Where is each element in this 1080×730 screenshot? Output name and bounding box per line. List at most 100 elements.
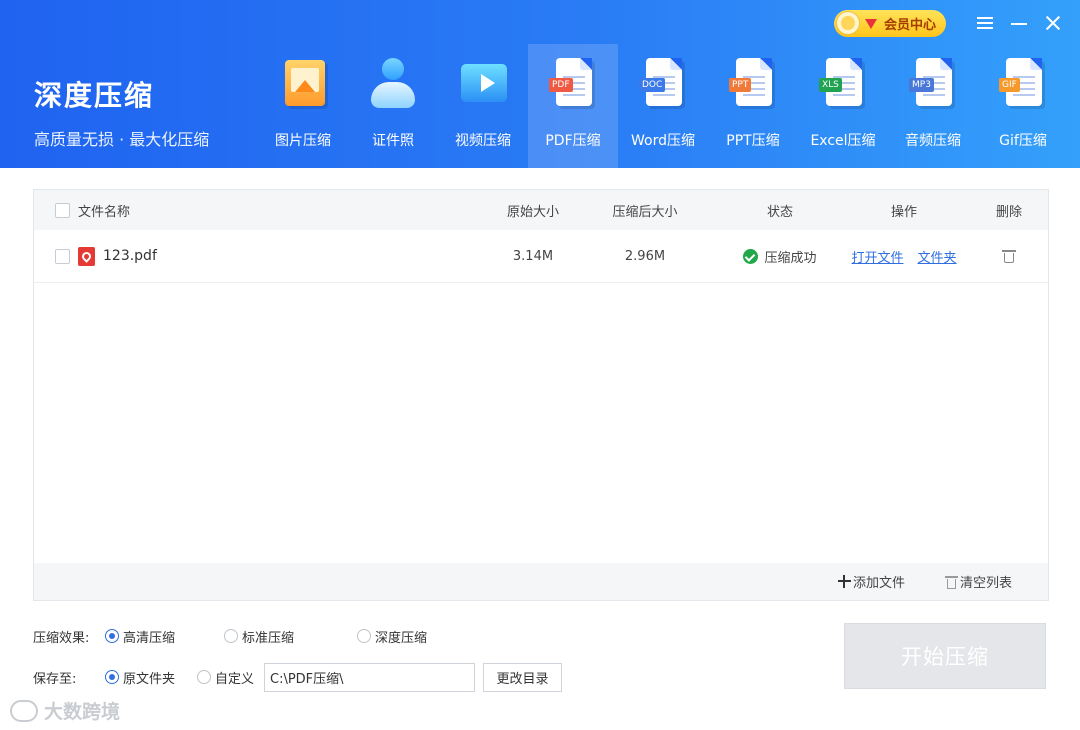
- tab-label: PPT压缩: [726, 133, 780, 149]
- tab-label: Word压缩: [631, 133, 695, 149]
- app-subtitle: 高质量无损 · 最大化压缩: [34, 130, 210, 149]
- video-compress-icon: [457, 56, 509, 118]
- radio-custom-dot: [197, 670, 211, 684]
- table-header: 文件名称 原始大小 压缩后大小 状态 操作 删除: [34, 190, 1048, 230]
- save-location-label: 保存至:: [33, 671, 77, 687]
- file-list-panel: 文件名称 原始大小 压缩后大小 状态 操作 删除 123.pdf 3.14M 2…: [33, 189, 1049, 601]
- tab-label: Gif压缩: [999, 133, 1047, 149]
- save-location-row: 保存至: 原文件夹 自定义: [33, 667, 263, 687]
- plus-icon: [838, 575, 851, 588]
- radio-deep-compress[interactable]: 深度压缩: [357, 626, 427, 646]
- tab-label: 图片压缩: [275, 133, 331, 149]
- tab-excel-compress[interactable]: XLS Excel压缩: [798, 44, 888, 168]
- add-file-button[interactable]: 添加文件: [838, 563, 905, 600]
- header-file-name: 文件名称: [78, 204, 131, 220]
- radio-original-dot: [105, 670, 119, 684]
- compression-effect-row: 压缩效果: 高清压缩 标准压缩 深度压缩: [33, 626, 593, 646]
- clear-list-button[interactable]: 清空列表: [945, 563, 1012, 600]
- ppt-compress-icon: PPT: [727, 56, 779, 118]
- image-compress-icon: [277, 56, 329, 118]
- minimize-icon[interactable]: [1008, 12, 1030, 34]
- excel-compress-icon: XLS: [817, 56, 869, 118]
- vip-center-label: 会员中心: [883, 17, 936, 33]
- add-file-label: 添加文件: [853, 576, 906, 591]
- open-folder-link[interactable]: 文件夹: [918, 247, 957, 266]
- tab-gif-compress[interactable]: GIF Gif压缩: [978, 44, 1068, 168]
- doc-tag: DOC: [639, 78, 666, 92]
- header-compressed-size: 压缩后大小: [612, 204, 678, 220]
- output-path-input[interactable]: [264, 663, 475, 692]
- radio-hd-label: 高清压缩: [123, 630, 176, 646]
- watermark-text: 大数跨境: [44, 701, 121, 723]
- radio-standard-dot: [224, 629, 238, 643]
- tab-pdf-compress[interactable]: PDF PDF压缩: [528, 44, 618, 168]
- action-cell: 打开文件 文件夹: [844, 230, 964, 282]
- tab-label: PDF压缩: [545, 133, 601, 149]
- tab-audio-compress[interactable]: MP3 音频压缩: [888, 44, 978, 168]
- watermark-logo-icon: [10, 699, 38, 722]
- ppt-tag: PPT: [729, 78, 752, 92]
- vip-avatar-icon: [835, 11, 860, 35]
- pdf-compress-icon: PDF: [547, 56, 599, 118]
- file-list-footer: 添加文件 清空列表: [34, 563, 1048, 600]
- tab-label: 音频压缩: [905, 133, 961, 149]
- tab-image-compress[interactable]: 图片压缩: [258, 44, 348, 168]
- radio-custom-folder[interactable]: 自定义: [197, 667, 254, 687]
- header-status: 状态: [766, 204, 793, 220]
- window-controls: 会员中心: [833, 8, 1064, 38]
- compressed-size: 2.96M: [624, 248, 666, 264]
- start-compress-button[interactable]: 开始压缩: [844, 623, 1046, 689]
- tab-id-photo[interactable]: 证件照: [348, 44, 438, 168]
- radio-hd-compress[interactable]: 高清压缩: [105, 626, 175, 646]
- xls-tag: XLS: [819, 78, 842, 92]
- radio-hd-dot: [105, 629, 119, 643]
- word-compress-icon: DOC: [637, 56, 689, 118]
- tab-video-compress[interactable]: 视频压缩: [438, 44, 528, 168]
- tab-label: Excel压缩: [810, 133, 876, 149]
- header-action: 操作: [890, 204, 917, 220]
- gif-tag: GIF: [999, 78, 1020, 92]
- radio-standard-label: 标准压缩: [242, 630, 295, 646]
- radio-deep-dot: [357, 629, 371, 643]
- trash-icon[interactable]: [1002, 248, 1016, 264]
- pdf-tag: PDF: [549, 78, 573, 92]
- mp3-tag: MP3: [909, 78, 934, 92]
- tab-label: 视频压缩: [455, 133, 511, 149]
- radio-deep-label: 深度压缩: [375, 630, 428, 646]
- status-text: 压缩成功: [764, 250, 817, 266]
- audio-compress-icon: MP3: [907, 56, 959, 118]
- success-check-icon: [743, 248, 759, 264]
- status-cell: 压缩成功: [734, 230, 826, 282]
- app-header: 深度压缩 高质量无损 · 最大化压缩 会员中心 图片压缩 证件照 视频压缩 PD…: [0, 0, 1080, 168]
- vip-center-button[interactable]: 会员中心: [833, 9, 946, 37]
- diamond-icon: [864, 19, 877, 29]
- app-title: 深度压缩: [34, 79, 155, 112]
- watermark: 大数跨境: [10, 697, 120, 724]
- change-directory-button[interactable]: 更改目录: [483, 663, 562, 692]
- radio-custom-label: 自定义: [215, 671, 255, 687]
- tab-word-compress[interactable]: DOC Word压缩: [618, 44, 708, 168]
- file-name-cell: 123.pdf: [78, 230, 157, 282]
- id-photo-icon: [367, 56, 419, 118]
- open-file-link[interactable]: 打开文件: [851, 247, 903, 266]
- tab-ppt-compress[interactable]: PPT PPT压缩: [708, 44, 798, 168]
- gif-compress-icon: GIF: [997, 56, 1049, 118]
- tab-label: 证件照: [372, 133, 414, 149]
- clear-list-icon: [945, 575, 958, 589]
- tool-tabs: 图片压缩 证件照 视频压缩 PDF PDF压缩 DOC Word压缩 PPT P…: [258, 44, 1068, 168]
- radio-original-label: 原文件夹: [123, 671, 176, 687]
- select-all-checkbox[interactable]: [55, 202, 70, 218]
- close-icon[interactable]: [1042, 12, 1064, 34]
- header-original-size: 原始大小: [506, 204, 559, 220]
- original-size: 3.14M: [512, 248, 554, 264]
- radio-standard-compress[interactable]: 标准压缩: [224, 626, 294, 646]
- header-delete: 删除: [995, 204, 1022, 220]
- row-checkbox[interactable]: [55, 248, 70, 264]
- radio-original-folder[interactable]: 原文件夹: [105, 667, 175, 687]
- clear-list-label: 清空列表: [960, 576, 1013, 591]
- brand: 深度压缩 高质量无损 · 最大化压缩: [34, 74, 209, 150]
- table-row: 123.pdf 3.14M 2.96M 压缩成功 打开文件 文件夹: [34, 230, 1048, 283]
- compression-effect-label: 压缩效果:: [33, 630, 90, 646]
- menu-icon[interactable]: [974, 12, 996, 34]
- file-name: 123.pdf: [103, 248, 157, 264]
